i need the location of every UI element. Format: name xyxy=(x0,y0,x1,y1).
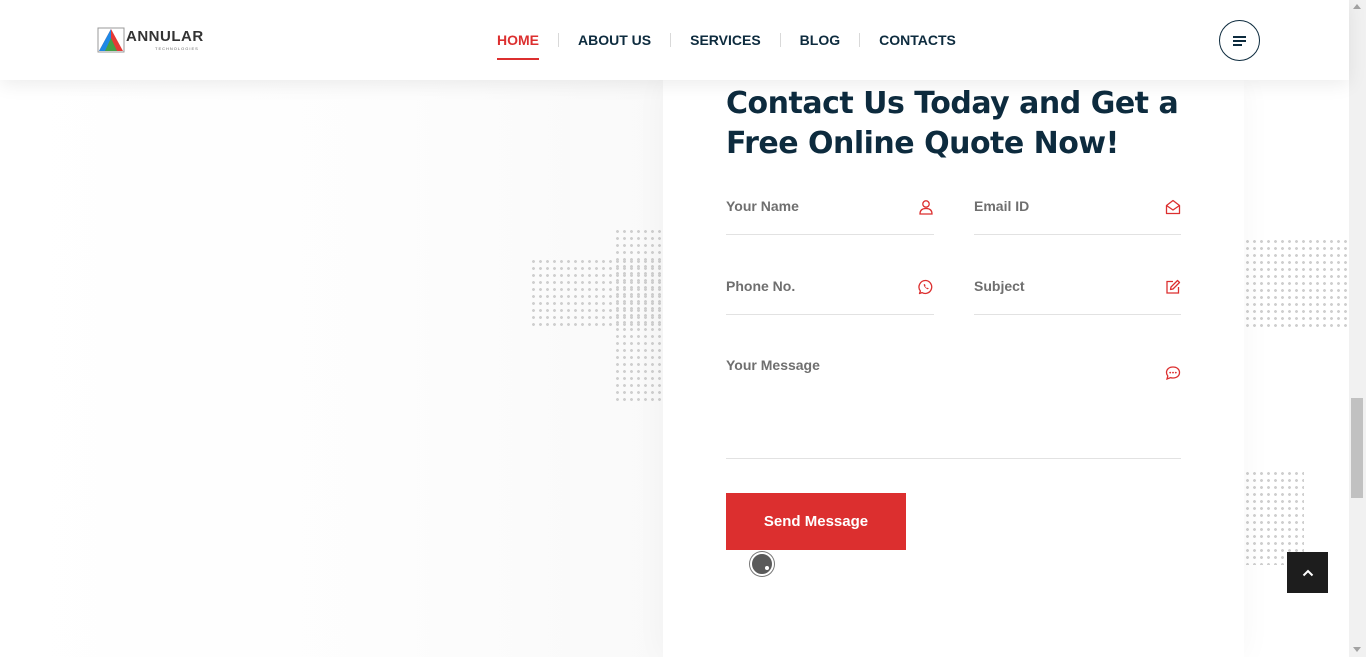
logo[interactable]: ANNULAR TECHNOLOGIES xyxy=(97,25,212,55)
nav-separator xyxy=(670,33,672,47)
chat-icon xyxy=(1165,366,1181,381)
user-icon xyxy=(919,200,933,215)
scroll-down-arrow-icon[interactable] xyxy=(1353,647,1361,652)
logo-subtext: TECHNOLOGIES xyxy=(155,46,199,51)
nav-home[interactable]: HOME xyxy=(497,0,539,80)
left-panel xyxy=(0,80,663,657)
nav-about-us[interactable]: ABOUT US xyxy=(578,0,651,80)
logo-mark-icon xyxy=(97,27,125,53)
scroll-up-arrow-icon[interactable] xyxy=(1353,4,1361,9)
scrollbar[interactable] xyxy=(1349,0,1366,657)
cursor-indicator xyxy=(750,552,774,576)
nav-services[interactable]: SERVICES xyxy=(690,0,761,80)
phone-placeholder: Phone No. xyxy=(726,278,796,294)
edit-icon xyxy=(1166,279,1181,294)
scrollbar-thumb[interactable] xyxy=(1351,398,1363,498)
chevron-up-icon xyxy=(1302,569,1313,576)
email-placeholder: Email ID xyxy=(974,198,1030,214)
whatsapp-icon xyxy=(918,279,933,295)
main-nav: HOME ABOUT US SERVICES BLOG CONTACTS xyxy=(497,0,956,80)
message-placeholder: Your Message xyxy=(726,357,820,373)
hamburger-icon xyxy=(1232,35,1246,46)
site-header: ANNULAR TECHNOLOGIES HOME ABOUT US SERVI… xyxy=(0,0,1349,80)
back-to-top-button[interactable] xyxy=(1287,552,1328,593)
name-field[interactable]: Your Name xyxy=(726,195,934,235)
nav-contacts[interactable]: CONTACTS xyxy=(879,0,956,80)
map-dots-left-lower xyxy=(614,228,663,403)
nav-blog[interactable]: BLOG xyxy=(800,0,840,80)
message-field[interactable]: Your Message xyxy=(726,354,1181,459)
subject-placeholder: Subject xyxy=(974,278,1025,294)
phone-field[interactable]: Phone No. xyxy=(726,275,934,315)
menu-button[interactable] xyxy=(1219,20,1260,61)
email-field[interactable]: Email ID xyxy=(974,195,1181,235)
envelope-open-icon xyxy=(1165,199,1181,215)
name-placeholder: Your Name xyxy=(726,198,799,214)
nav-separator xyxy=(558,33,559,47)
map-dots-right xyxy=(1244,238,1349,328)
logo-text: ANNULAR xyxy=(126,28,204,45)
page: ANNULAR TECHNOLOGIES HOME ABOUT US SERVI… xyxy=(0,0,1366,657)
nav-separator xyxy=(859,33,861,47)
send-message-button[interactable]: Send Message xyxy=(726,493,906,550)
subject-field[interactable]: Subject xyxy=(974,275,1181,315)
contact-title: Contact Us Today and Get a Free Online Q… xyxy=(726,86,1179,161)
nav-separator xyxy=(779,33,781,47)
map-dots-right-lower xyxy=(1244,470,1304,565)
